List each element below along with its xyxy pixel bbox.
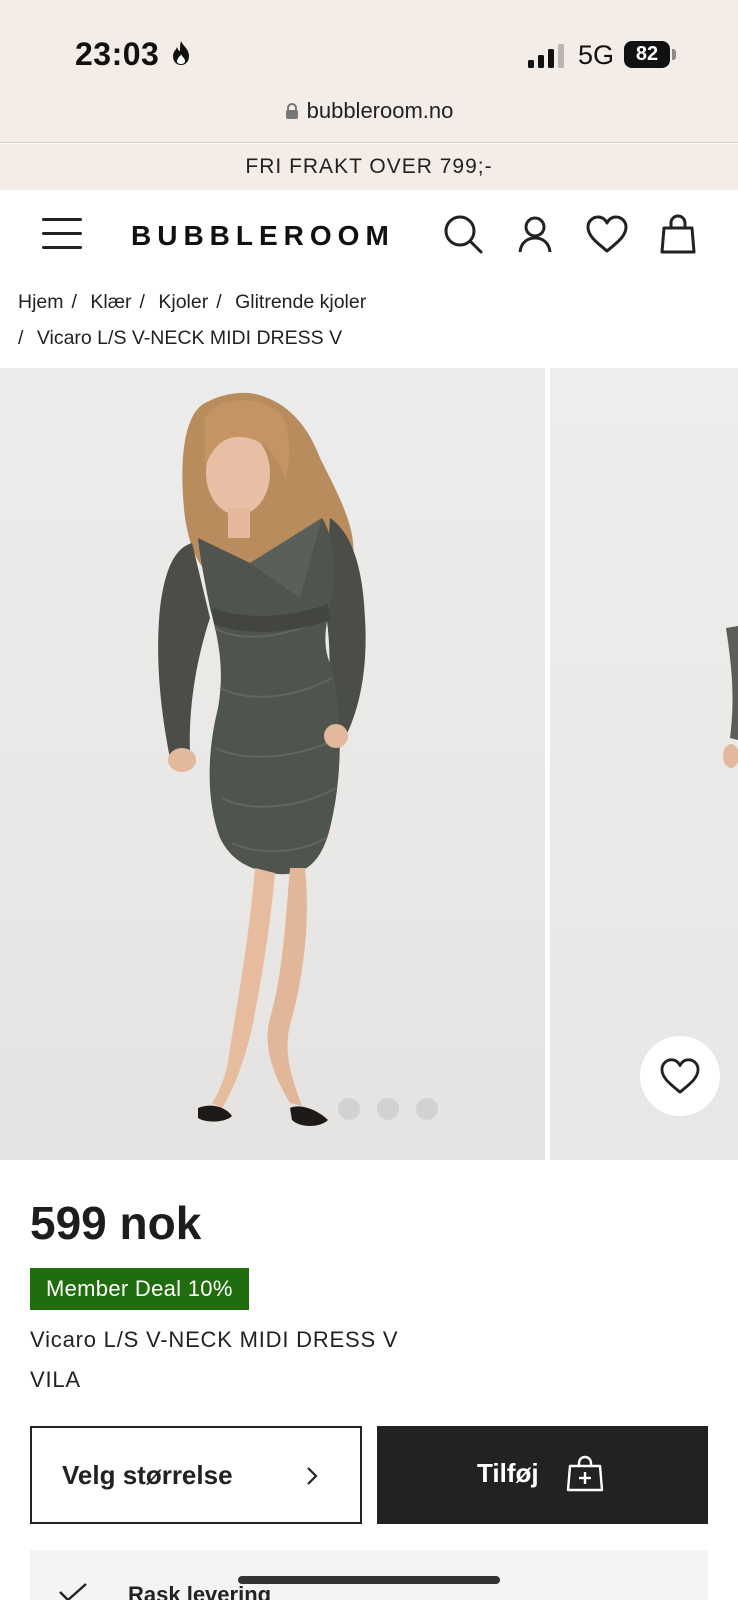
battery-level: 82	[635, 43, 659, 65]
breadcrumb-glitter-dresses[interactable]: Glitrende kjoler	[235, 291, 366, 313]
fast-delivery-label: Rask levering	[128, 1582, 272, 1600]
product-photo-main[interactable]	[0, 368, 545, 1160]
add-to-wishlist-button[interactable]	[640, 1036, 720, 1116]
status-time: 23:03	[75, 36, 160, 72]
url-text: bubbleroom.no	[306, 98, 454, 123]
menu-icon[interactable]	[42, 218, 82, 250]
gallery-dot[interactable]	[377, 1098, 399, 1120]
heart-icon[interactable]	[585, 214, 629, 254]
product-price: 599 nok	[30, 1197, 202, 1249]
member-deal-badge: Member Deal 10%	[30, 1268, 249, 1310]
logo[interactable]: BUBBLEROOM	[131, 220, 395, 252]
add-to-cart-button[interactable]: Tilføj	[377, 1426, 708, 1524]
breadcrumb-clothes[interactable]: Klær	[90, 291, 131, 313]
check-icon	[59, 1583, 87, 1600]
model-illustration	[158, 392, 366, 1126]
browser-chrome: 23:03 5G 82 bubbleroom.no	[0, 0, 738, 143]
gallery-dot[interactable]	[338, 1098, 360, 1120]
account-icon[interactable]	[515, 214, 555, 254]
breadcrumb-dresses[interactable]: Kjoler	[158, 291, 208, 313]
network-label: 5G	[578, 40, 615, 70]
bag-plus-icon	[566, 1455, 604, 1492]
search-icon[interactable]	[443, 214, 483, 254]
select-size-label: Velg størrelse	[62, 1460, 233, 1490]
breadcrumb-separator: /	[139, 291, 145, 313]
url-bar[interactable]: bubbleroom.no	[0, 98, 738, 124]
home-indicator[interactable]	[238, 1576, 500, 1584]
bag-icon[interactable]	[658, 214, 698, 254]
breadcrumb: Hjem / Klær / Kjoler / Glitrende kjoler / V…	[18, 284, 718, 356]
heart-icon	[660, 1058, 700, 1094]
battery-icon: 82	[624, 41, 676, 68]
gallery-pagination[interactable]	[338, 1098, 455, 1125]
breadcrumb-separator: /	[71, 291, 77, 313]
product-photo-next[interactable]	[550, 368, 738, 1160]
model-illustration-partial	[723, 626, 738, 768]
flame-icon	[173, 41, 189, 65]
product-name: Vicaro L/S V-NECK MIDI DRESS V	[30, 1327, 399, 1352]
select-size-button[interactable]: Velg størrelse	[30, 1426, 362, 1524]
breadcrumb-separator: /	[18, 327, 24, 349]
fast-delivery-info: Rask levering	[30, 1550, 708, 1600]
breadcrumb-separator: /	[216, 291, 222, 313]
chevron-right-icon	[307, 1467, 318, 1485]
site-header: BUBBLEROOM	[0, 190, 738, 280]
add-to-cart-label: Tilføj	[477, 1458, 539, 1488]
breadcrumb-home[interactable]: Hjem	[18, 291, 64, 313]
product-gallery[interactable]	[0, 368, 738, 1160]
signal-icon	[528, 44, 564, 68]
free-shipping-banner: FRI FRAKT OVER 799;-	[0, 144, 738, 190]
lock-icon	[285, 103, 298, 119]
gallery-dot[interactable]	[416, 1098, 438, 1120]
breadcrumb-current-product: Vicaro L/S V-NECK MIDI DRESS V	[36, 327, 343, 349]
product-brand[interactable]: VILA	[30, 1367, 81, 1393]
